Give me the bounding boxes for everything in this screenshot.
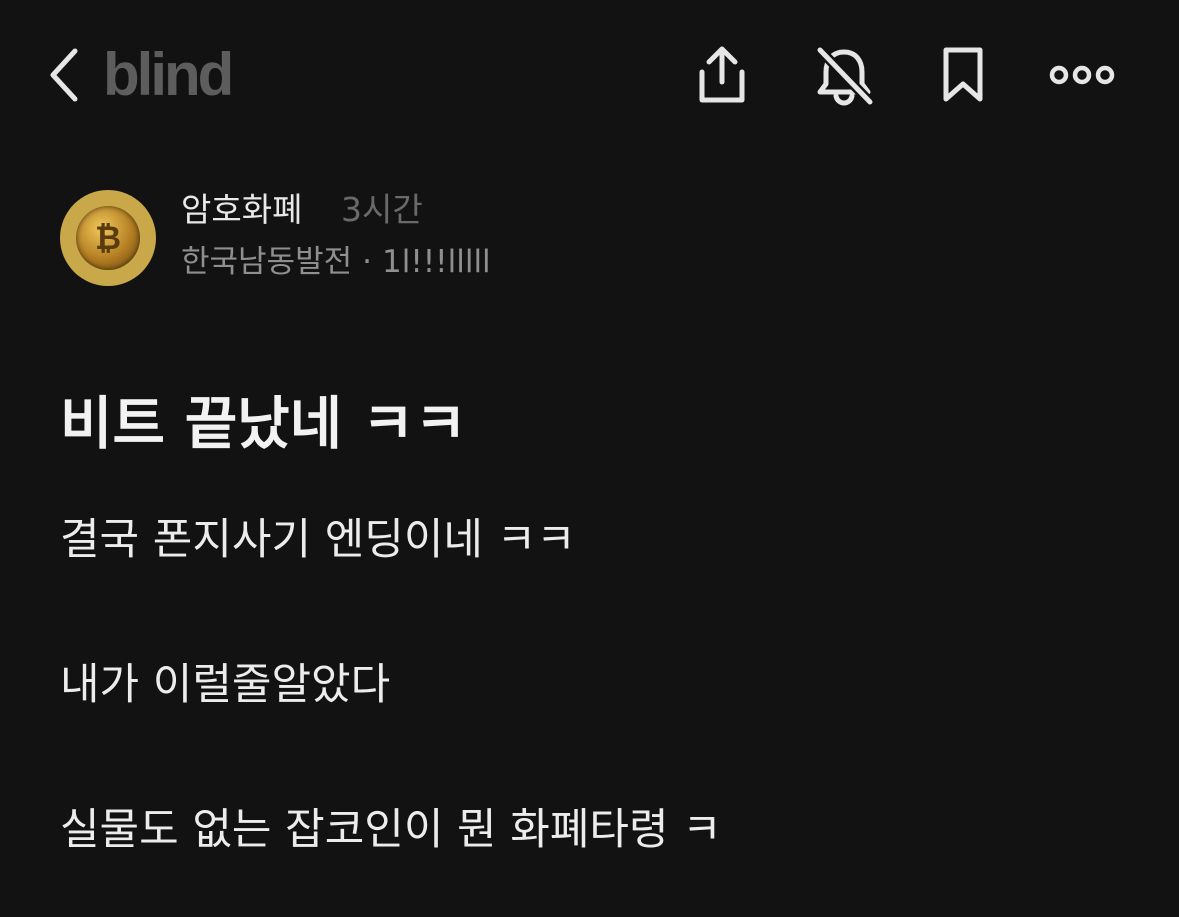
bookmark-icon	[943, 47, 983, 102]
mute-notifications-button[interactable]	[808, 40, 880, 110]
channel-avatar[interactable]: ₿	[60, 190, 156, 286]
meta-separator: ·	[362, 244, 372, 280]
channel-name[interactable]: 암호화폐	[181, 188, 302, 232]
back-button[interactable]	[38, 40, 92, 110]
author-nickname: 1l!!!lllll	[381, 244, 491, 280]
company-name: 한국남동발전	[181, 244, 353, 280]
share-button[interactable]	[686, 40, 758, 110]
more-horizontal-icon	[1049, 65, 1115, 85]
share-icon	[699, 46, 745, 103]
bookmark-button[interactable]	[927, 40, 999, 110]
post-body-line: 실물도 없는 잡코인이 뭔 화폐타령 ㅋ	[60, 805, 722, 855]
author-meta: 한국남동발전 · 1l!!!lllll	[181, 240, 491, 284]
top-bar: blind	[0, 0, 1179, 150]
post-title: 비트 끝났네 ㅋㅋ	[60, 391, 467, 457]
more-options-button[interactable]	[1046, 40, 1118, 110]
post-body-line: 내가 이럴줄알았다	[60, 660, 391, 710]
bitcoin-icon: ₿	[76, 206, 140, 270]
bell-off-icon	[815, 45, 875, 106]
chevron-left-icon	[50, 48, 78, 102]
post-time: 3시간	[341, 190, 423, 229]
blind-logo[interactable]: blind	[103, 40, 234, 110]
post-author: ₿ 암호화폐 3시간 한국남동발전 · 1l!!!lllll	[60, 188, 960, 288]
post-body-line: 결국 폰지사기 엔딩이네 ㅋㅋ	[60, 515, 576, 565]
